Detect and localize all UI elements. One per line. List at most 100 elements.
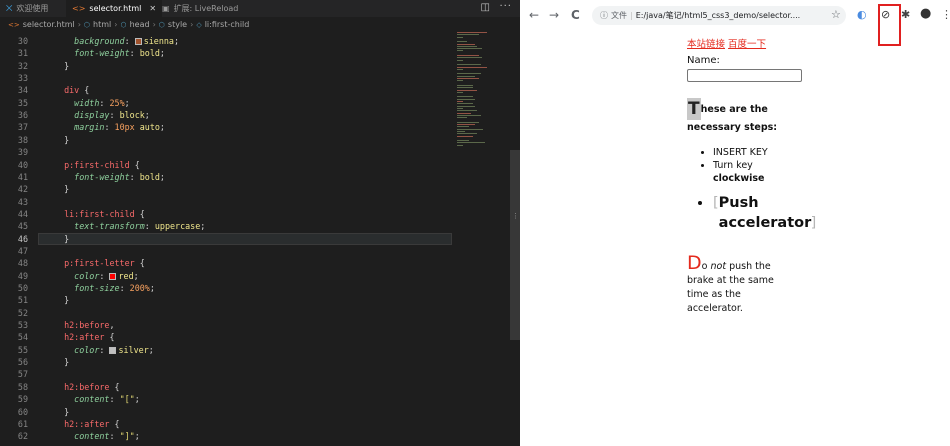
- color-swatch[interactable]: [134, 38, 142, 45]
- address-bar[interactable]: ⓘ 文件 | E:/java/笔记/html5_css3_demo/select…: [592, 6, 846, 25]
- extension-icon[interactable]: ◐: [857, 8, 867, 21]
- color-swatch[interactable]: [109, 346, 117, 354]
- info-icon[interactable]: ⓘ: [600, 10, 608, 21]
- line-number: 59: [17, 394, 28, 405]
- line-text: }: [54, 183, 69, 195]
- code-line[interactable]: 45 text-transform: uppercase;: [0, 220, 510, 232]
- url-text[interactable]: E:/java/笔记/html5_css3_demo/selector....: [636, 10, 801, 21]
- code-line[interactable]: 30 background: sienna;: [0, 35, 510, 47]
- code-line[interactable]: 54 h2:after {: [0, 331, 510, 343]
- forward-button[interactable]: →: [549, 8, 559, 22]
- line-number: 57: [17, 369, 28, 380]
- code-line[interactable]: 62 content: "]";: [0, 430, 510, 442]
- breadcrumb-item[interactable]: selector.html: [23, 20, 75, 29]
- name-input[interactable]: [687, 69, 802, 82]
- code-line[interactable]: 44 li:first-child {: [0, 208, 510, 220]
- code-token: ;: [200, 221, 206, 232]
- code-token: :: [129, 171, 140, 182]
- baidu-link[interactable]: 百度一下: [728, 39, 766, 50]
- rendered-page: 本站链接 百度一下 Name: These are the necessary …: [520, 30, 950, 446]
- minimap-line: [457, 34, 479, 36]
- minimap-line: [457, 107, 463, 109]
- code-line[interactable]: 48 p:first-letter {: [0, 257, 510, 269]
- code-line[interactable]: 59 content: "[";: [0, 393, 510, 405]
- breadcrumb-item[interactable]: html: [93, 20, 111, 29]
- code-line[interactable]: 38 }: [0, 134, 510, 146]
- code-line[interactable]: 49 color: red;: [0, 270, 510, 282]
- code-line[interactable]: 41 font-weight: bold;: [0, 171, 510, 183]
- code-line[interactable]: 53 h2:before,: [0, 319, 510, 331]
- minimap-line: [457, 126, 469, 128]
- profile-avatar-icon[interactable]: ●: [920, 6, 931, 21]
- back-button[interactable]: ←: [529, 8, 539, 22]
- line-text: font-weight: bold;: [54, 47, 165, 59]
- minimap[interactable]: [455, 32, 510, 152]
- code-token: color: [74, 344, 100, 355]
- list-item: Turn key clockwise: [713, 159, 816, 185]
- reload-button[interactable]: C: [571, 8, 580, 22]
- site-info-label[interactable]: 文件: [611, 10, 627, 21]
- code-line[interactable]: 51 }: [0, 294, 510, 306]
- minimap-line: [457, 133, 477, 135]
- minimap-line: [457, 142, 485, 144]
- code-line[interactable]: 37 margin: 10px auto;: [0, 121, 510, 133]
- code-line[interactable]: 33: [0, 72, 510, 84]
- bookmark-star-icon[interactable]: ☆: [831, 8, 841, 21]
- code-line[interactable]: 46 }: [0, 232, 510, 245]
- code-line[interactable]: 31 font-weight: bold;: [0, 47, 510, 59]
- code-line[interactable]: 39: [0, 146, 510, 158]
- code-line[interactable]: 43: [0, 196, 510, 208]
- code-line[interactable]: 34 div {: [0, 84, 510, 96]
- code-line[interactable]: 55 color: silver;: [0, 344, 510, 356]
- code-line[interactable]: 61 h2::after {: [0, 418, 510, 430]
- code-line[interactable]: 60 }: [0, 406, 510, 418]
- code-token: :: [99, 344, 110, 355]
- tab-extension-livereload[interactable]: ▣ 扩展: LiveReload: [156, 0, 244, 17]
- code-token: ;: [173, 36, 179, 46]
- breadcrumb-item[interactable]: head: [130, 20, 150, 29]
- puzzle-extensions-icon[interactable]: ✱: [901, 8, 910, 21]
- color-swatch[interactable]: [109, 272, 117, 280]
- sash-handle-icon[interactable]: ⋮: [512, 212, 519, 222]
- tab-selector-html[interactable]: <> selector.html ✕: [66, 0, 163, 17]
- code-token: "[": [119, 394, 135, 405]
- code-line[interactable]: 47: [0, 245, 510, 257]
- code-token: h2:before: [64, 320, 110, 331]
- code-editor[interactable]: ⨉ 欢迎使用 <> selector.html ✕ ▣ 扩展: LiveRelo…: [0, 0, 520, 446]
- breadcrumb-item[interactable]: li:first-child: [205, 20, 250, 29]
- code-token: h2::after: [64, 418, 110, 429]
- code-line[interactable]: 56 }: [0, 356, 510, 368]
- minimap-line: [457, 144, 463, 146]
- code-line[interactable]: 50 font-size: 200%;: [0, 282, 510, 294]
- code-token: p:first-child: [64, 159, 130, 170]
- split-editor-icon[interactable]: ◫: [481, 2, 490, 13]
- minimap-line: [457, 110, 477, 112]
- code-line[interactable]: 57: [0, 368, 510, 380]
- site-link[interactable]: 本站链接: [687, 39, 725, 50]
- code-token: ;: [149, 283, 155, 293]
- line-number: 53: [17, 320, 28, 331]
- code-line[interactable]: 42 }: [0, 183, 510, 195]
- breadcrumb-item[interactable]: style: [168, 20, 187, 29]
- code-line[interactable]: 36 display: block;: [0, 109, 510, 121]
- tab-welcome[interactable]: ⨉ 欢迎使用: [0, 0, 54, 17]
- code-token: ;: [159, 48, 165, 59]
- line-number: 58: [17, 381, 28, 392]
- code-token: "]": [119, 431, 135, 442]
- code-line[interactable]: 40 p:first-child {: [0, 159, 510, 171]
- scrollbar-thumb[interactable]: [510, 150, 520, 340]
- code-area[interactable]: 30 background: sienna; 31 font-weight: bo…: [0, 32, 510, 446]
- code-line[interactable]: 32 }: [0, 60, 510, 72]
- code-token: sienna: [143, 36, 174, 46]
- menu-kebab-icon[interactable]: ⋮: [941, 8, 950, 21]
- code-token: red: [118, 270, 134, 281]
- code-line[interactable]: 35 width: 25%;: [0, 97, 510, 109]
- code-token: content: [74, 431, 110, 442]
- code-token: {: [109, 381, 120, 392]
- more-actions-icon[interactable]: ···: [499, 1, 512, 12]
- line-text: text-transform: uppercase;: [54, 220, 205, 232]
- line-text: margin: 10px auto;: [54, 121, 165, 133]
- code-line[interactable]: 52: [0, 307, 510, 319]
- code-line[interactable]: 58 h2:before {: [0, 381, 510, 393]
